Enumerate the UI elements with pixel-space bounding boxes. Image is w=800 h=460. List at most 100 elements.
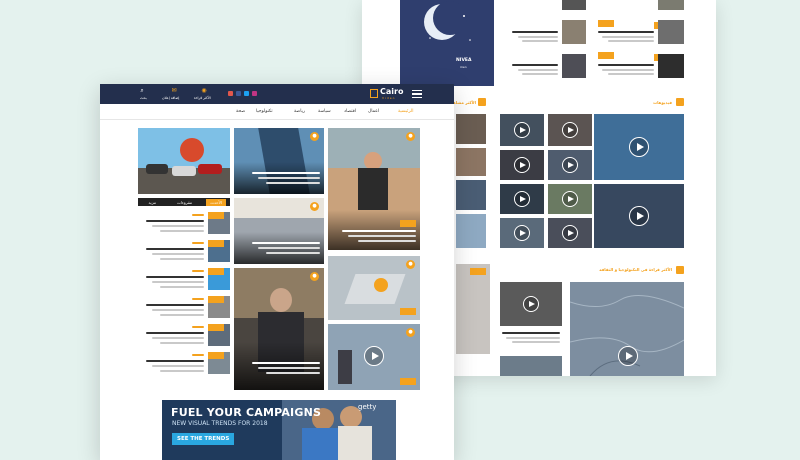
thumbnail[interactable] bbox=[456, 214, 486, 248]
menu-item-home[interactable]: الرئيسية bbox=[398, 109, 414, 114]
menu-item-economy[interactable]: اقتصاد bbox=[344, 109, 356, 114]
see-trends-button[interactable]: SEE THE TRENDS bbox=[172, 433, 235, 445]
feature-card[interactable]: ● bbox=[234, 268, 324, 390]
text-line bbox=[518, 69, 558, 71]
feature-card[interactable]: ● bbox=[234, 128, 324, 194]
most-read-label[interactable]: الأكثر قراءة bbox=[194, 96, 211, 100]
instagram-icon[interactable] bbox=[252, 91, 257, 96]
thumbnail[interactable] bbox=[456, 264, 490, 354]
menu-item-technology[interactable]: تكنولوجيا bbox=[256, 109, 273, 114]
video-thumbnail[interactable] bbox=[500, 218, 544, 248]
cars-ad[interactable] bbox=[138, 128, 230, 194]
category-tag bbox=[400, 308, 416, 315]
headline-line bbox=[512, 64, 558, 66]
banner-subline: NEW VISUAL TRENDS FOR 2018 bbox=[172, 420, 268, 427]
headline-line bbox=[598, 31, 654, 33]
category-tag bbox=[400, 220, 416, 227]
category-tag bbox=[470, 268, 486, 275]
menu-item-health[interactable]: صحة bbox=[236, 109, 245, 114]
video-thumbnail[interactable] bbox=[548, 150, 592, 180]
play-icon[interactable] bbox=[618, 346, 638, 366]
text-line bbox=[518, 36, 558, 38]
thumbnail[interactable] bbox=[562, 20, 586, 44]
logo-sub: Video bbox=[382, 96, 396, 100]
category-icon: ● bbox=[406, 260, 415, 269]
headline-line bbox=[598, 64, 654, 66]
map-video[interactable] bbox=[570, 282, 684, 376]
text-line bbox=[608, 73, 654, 75]
tab-most-read[interactable]: مقروءات bbox=[177, 200, 192, 205]
play-icon[interactable] bbox=[629, 206, 649, 226]
video-thumbnail[interactable] bbox=[548, 184, 592, 214]
feature-card[interactable]: ● bbox=[328, 256, 420, 320]
play-icon[interactable] bbox=[514, 122, 530, 138]
video-thumbnail[interactable] bbox=[500, 150, 544, 180]
twitter-icon[interactable] bbox=[244, 91, 249, 96]
facebook-icon[interactable] bbox=[236, 91, 241, 96]
category-tag bbox=[208, 212, 224, 219]
play-icon[interactable] bbox=[562, 225, 578, 241]
play-icon[interactable] bbox=[364, 346, 384, 366]
banner-headline: FUEL YOUR CAMPAIGNS bbox=[171, 406, 322, 419]
logo-main: Cairo bbox=[380, 87, 404, 96]
video-thumbnail[interactable] bbox=[548, 114, 592, 146]
add-ad-label[interactable]: إضافة إعلان bbox=[162, 96, 179, 100]
thumbnail[interactable] bbox=[456, 180, 486, 210]
thumbnail[interactable] bbox=[658, 0, 684, 10]
video-thumbnail[interactable] bbox=[500, 184, 544, 214]
megaphone-icon[interactable]: ✉ bbox=[170, 87, 178, 95]
thumbnail[interactable] bbox=[658, 20, 684, 44]
top-bar: Cairo Video ⌕ بحث ✉ إضافة إعلان ◉ الأكثر… bbox=[100, 84, 454, 104]
getty-logo: getty bbox=[358, 403, 377, 411]
section2-title: الأكثر قراءة في التكنولوجيا و الثقافة bbox=[599, 267, 672, 272]
play-icon[interactable] bbox=[514, 225, 530, 241]
trending-icon[interactable]: ◉ bbox=[200, 87, 208, 95]
video-thumbnail[interactable] bbox=[500, 114, 544, 146]
text-line bbox=[522, 73, 558, 75]
category-tag bbox=[208, 352, 224, 359]
category-icon: ● bbox=[310, 272, 319, 281]
front-page-preview: Cairo Video ⌕ بحث ✉ إضافة إعلان ◉ الأكثر… bbox=[100, 84, 454, 460]
thumbnail[interactable] bbox=[658, 54, 684, 78]
tab-latest[interactable]: الأحدث bbox=[206, 198, 226, 206]
play-icon[interactable] bbox=[562, 191, 578, 207]
getty-banner-ad[interactable]: getty FUEL YOUR CAMPAIGNS NEW VISUAL TRE… bbox=[162, 400, 396, 460]
feature-card[interactable]: ● bbox=[328, 128, 420, 250]
menu-item-sports[interactable]: رياضة bbox=[294, 109, 305, 114]
menu-item-politics[interactable]: سياسة bbox=[318, 109, 331, 114]
video-thumbnail[interactable] bbox=[594, 184, 684, 248]
play-icon[interactable] bbox=[562, 157, 578, 173]
sidebar-list bbox=[138, 210, 230, 390]
thumbnail[interactable] bbox=[456, 114, 486, 144]
video-thumbnail[interactable] bbox=[548, 218, 592, 248]
category-icon: ● bbox=[406, 132, 415, 141]
play-icon[interactable] bbox=[523, 296, 539, 312]
thumbnail[interactable] bbox=[562, 0, 586, 10]
category-tag bbox=[598, 20, 614, 27]
category-tag bbox=[208, 240, 224, 247]
nivea-ad[interactable]: NIVEA men bbox=[400, 0, 494, 86]
feature-card[interactable]: ● bbox=[234, 198, 324, 264]
search-icon[interactable]: ⌕ bbox=[138, 87, 146, 95]
flag-icon bbox=[478, 98, 486, 106]
ad-sub: men bbox=[460, 65, 467, 69]
thumbnail[interactable] bbox=[500, 356, 562, 376]
hamburger-icon[interactable] bbox=[412, 90, 422, 98]
play-icon[interactable] bbox=[629, 137, 649, 157]
logo[interactable]: Cairo Video bbox=[370, 87, 406, 100]
search-label[interactable]: بحث bbox=[140, 96, 147, 100]
text-line bbox=[602, 36, 654, 38]
tab-more[interactable]: مزيد bbox=[148, 200, 156, 205]
play-icon[interactable] bbox=[514, 191, 530, 207]
ad-brand: NIVEA bbox=[456, 58, 472, 63]
category-tag bbox=[400, 378, 416, 385]
google-plus-icon[interactable] bbox=[228, 91, 233, 96]
menu-item-business[interactable]: اعمال bbox=[368, 109, 379, 114]
play-icon[interactable] bbox=[514, 157, 530, 173]
thumbnail[interactable] bbox=[562, 54, 586, 78]
video-thumbnail[interactable] bbox=[594, 114, 684, 180]
video-thumbnail[interactable] bbox=[500, 282, 562, 326]
video-card[interactable]: ● bbox=[328, 324, 420, 390]
play-icon[interactable] bbox=[562, 122, 578, 138]
thumbnail[interactable] bbox=[456, 148, 486, 176]
